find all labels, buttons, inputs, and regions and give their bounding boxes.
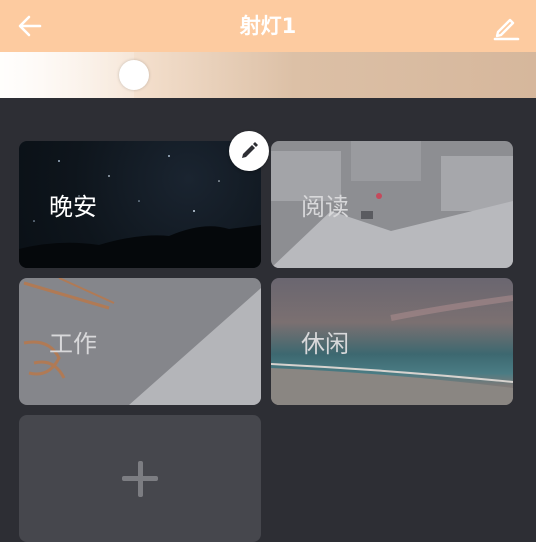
scene-label: 晚安	[49, 193, 97, 221]
scene-label: 休闲	[301, 330, 349, 358]
rename-button[interactable]	[486, 6, 526, 46]
brightness-slider-fill	[0, 52, 134, 98]
scene-card-leisure[interactable]: 休闲	[271, 278, 513, 405]
brightness-slider-thumb[interactable]	[119, 60, 149, 90]
edit-scene-button[interactable]	[229, 131, 269, 171]
scene-label: 阅读	[301, 193, 349, 221]
scene-card-work[interactable]: 工作	[19, 278, 261, 405]
page-title: 射灯1	[239, 14, 297, 38]
scene-card-read[interactable]: 阅读	[271, 141, 513, 268]
edit-pencil-icon	[493, 18, 520, 41]
top-app-bar: 射灯1	[0, 0, 536, 52]
add-scene-button[interactable]	[19, 415, 261, 542]
scene-card-night[interactable]: 晚安	[19, 141, 261, 268]
scene-label: 工作	[49, 330, 97, 358]
pencil-icon	[242, 142, 258, 158]
brightness-slider[interactable]	[0, 52, 536, 98]
